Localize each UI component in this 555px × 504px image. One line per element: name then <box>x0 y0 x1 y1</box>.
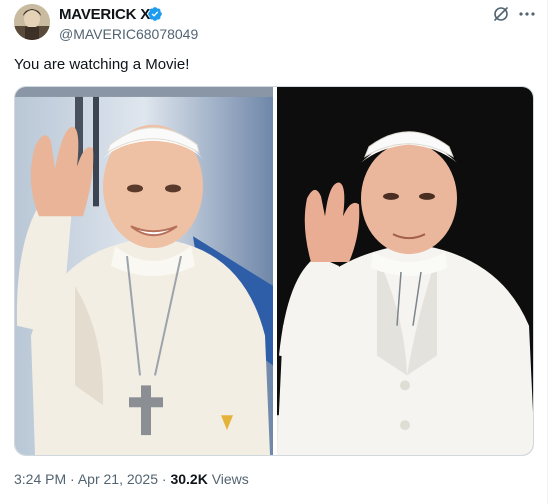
user-handle[interactable]: @MAVERIC68078049 <box>59 25 198 43</box>
post-meta: 3:24 PM · Apr 21, 2025 · 30.2K Views <box>14 470 249 488</box>
grok-icon[interactable] <box>492 5 510 23</box>
avatar-image <box>14 4 50 40</box>
avatar[interactable] <box>14 4 50 40</box>
verified-badge-icon <box>147 6 163 22</box>
meta-separator: · <box>70 471 75 487</box>
media-grid[interactable] <box>14 86 534 456</box>
more-options-icon[interactable] <box>516 4 538 24</box>
photo-right[interactable] <box>277 87 533 455</box>
photo-left[interactable] <box>15 87 273 455</box>
photo-right-image <box>277 87 533 455</box>
post-date[interactable]: Apr 21, 2025 <box>78 471 158 487</box>
photo-left-image <box>15 87 273 455</box>
tweet-text: You are watching a Movie! <box>14 56 190 73</box>
display-name[interactable]: MAVERICK X <box>59 6 150 24</box>
views-count: 30.2K <box>170 471 208 487</box>
meta-separator: · <box>161 471 167 487</box>
tweet-card[interactable]: MAVERICK X @MAVERIC68078049 You are watc… <box>0 0 548 504</box>
views-label: Views <box>211 471 249 487</box>
post-time[interactable]: 3:24 PM <box>14 471 66 487</box>
